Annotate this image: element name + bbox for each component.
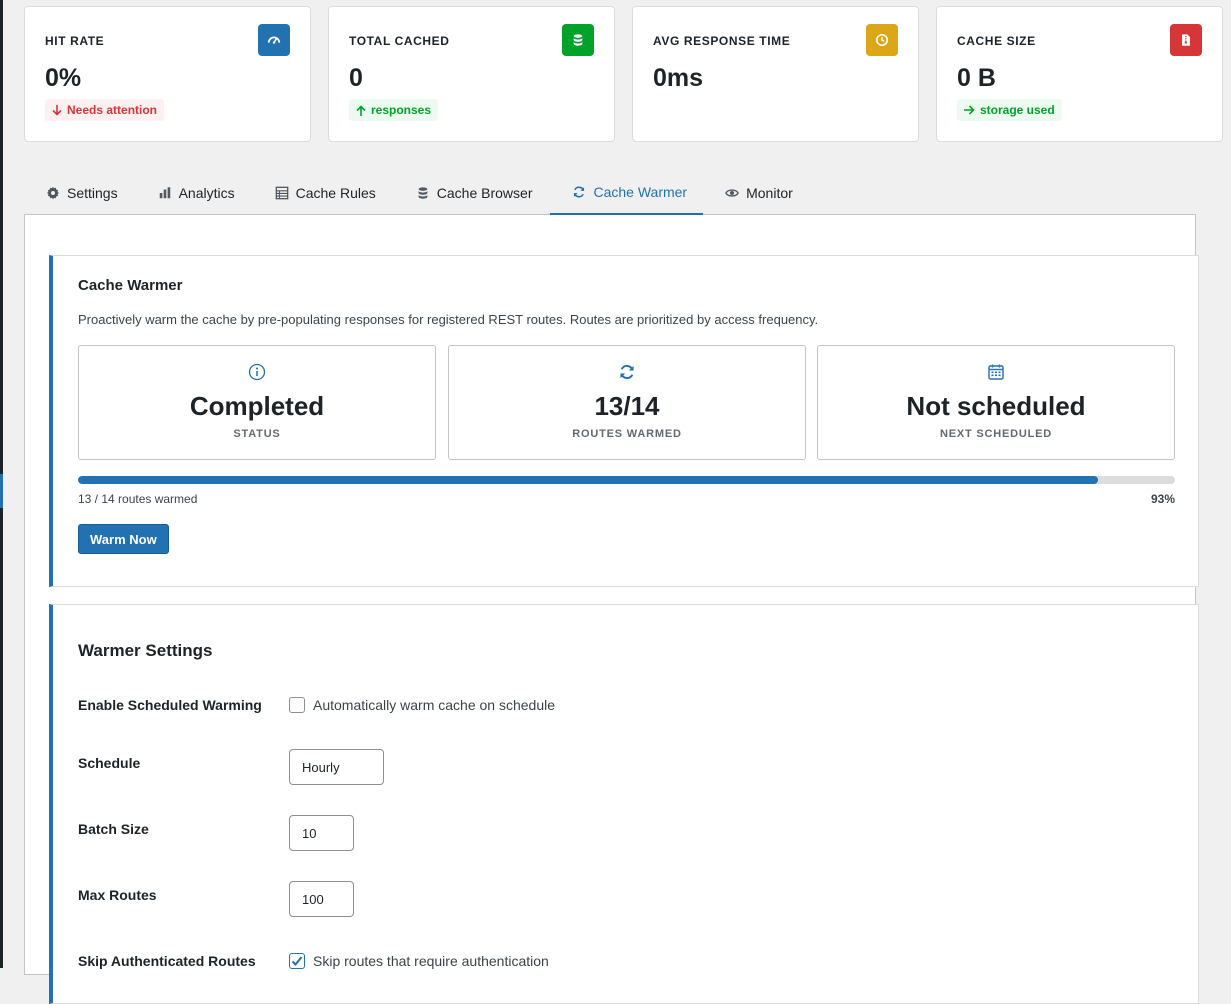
batch-size-label: Batch Size xyxy=(78,821,149,837)
eye-icon xyxy=(725,188,739,197)
status-badge: Needs attention xyxy=(45,99,165,121)
tab-cache-warmer[interactable]: Cache Warmer xyxy=(550,170,704,215)
list-icon xyxy=(275,186,288,199)
tab-settings[interactable]: Settings xyxy=(24,170,136,215)
tab-cache-rules[interactable]: Cache Rules xyxy=(253,170,394,215)
metric-next-scheduled: Not scheduled NEXT SCHEDULED xyxy=(817,345,1175,460)
arrow-right-icon xyxy=(964,105,975,115)
tab-cache-browser[interactable]: Cache Browser xyxy=(394,170,551,215)
calendar-icon xyxy=(818,363,1174,381)
stat-label: CACHE SIZE xyxy=(957,34,1036,48)
metric-status: Completed STATUS xyxy=(78,345,436,460)
status-badge: responses xyxy=(349,99,439,121)
schedule-control: Hourly xyxy=(289,749,384,785)
stat-card-hit-rate: HIT RATE 0% Needs attention xyxy=(24,6,311,142)
card-description: Proactively warm the cache by pre-popula… xyxy=(78,312,819,327)
metric-label: NEXT SCHEDULED xyxy=(939,428,1053,440)
badge-text: Needs attention xyxy=(67,103,158,117)
tab-bar: Settings Analytics Cache Rules Cache Bro… xyxy=(24,170,1196,215)
checkbox-label: Skip routes that require authentication xyxy=(313,953,549,969)
batch-size-control: 10 xyxy=(289,815,354,851)
refresh-icon xyxy=(449,363,805,381)
metric-label: STATUS xyxy=(233,428,281,440)
skip-auth-checkbox[interactable] xyxy=(289,953,305,969)
progress-fill xyxy=(78,476,1099,484)
metric-routes-warmed: 13/14 ROUTES WARMED xyxy=(448,345,806,460)
database-icon xyxy=(562,24,594,56)
file-icon xyxy=(1170,24,1202,56)
cache-warmer-card: Cache Warmer Proactively warm the cache … xyxy=(49,255,1199,587)
badge-text: storage used xyxy=(980,103,1055,117)
stat-card-cache-size: CACHE SIZE 0 B storage used xyxy=(936,6,1223,142)
tab-panel: Cache Warmer Proactively warm the cache … xyxy=(24,215,1199,1004)
enable-scheduled-control: Automatically warm cache on schedule xyxy=(289,697,555,713)
gear-icon xyxy=(46,186,60,199)
stat-value: 0 xyxy=(349,64,363,92)
progress-bar xyxy=(78,476,1175,484)
info-icon xyxy=(79,363,435,381)
enable-scheduled-label: Enable Scheduled Warming xyxy=(78,697,262,713)
skip-auth-control: Skip routes that require authentication xyxy=(289,953,549,969)
window-edge-marker xyxy=(0,474,3,508)
dashboard-icon xyxy=(258,24,290,56)
stat-card-total-cached: TOTAL CACHED 0 responses xyxy=(328,6,615,142)
batch-size-input[interactable]: 10 xyxy=(289,815,354,851)
tab-label: Cache Browser xyxy=(436,184,533,201)
tab-label: Cache Warmer xyxy=(593,183,688,200)
stat-label: AVG RESPONSE TIME xyxy=(653,34,791,48)
arrow-down-icon xyxy=(52,104,62,116)
card-title: Cache Warmer xyxy=(78,277,183,294)
checkbox-label: Automatically warm cache on schedule xyxy=(313,697,556,713)
tab-analytics[interactable]: Analytics xyxy=(136,170,253,215)
warmer-settings-card: Warmer Settings Enable Scheduled Warming… xyxy=(49,604,1199,1004)
tab-label: Settings xyxy=(67,184,118,201)
stat-value: 0 B xyxy=(957,64,996,92)
badge-text: responses xyxy=(371,103,432,117)
tab-label: Cache Rules xyxy=(295,184,376,201)
metric-value: Completed xyxy=(189,391,325,421)
max-routes-label: Max Routes xyxy=(78,887,157,903)
schedule-select[interactable]: Hourly xyxy=(289,749,384,785)
progress-text: 13 / 14 routes warmed xyxy=(78,492,198,506)
clock-icon xyxy=(866,24,898,56)
bar-chart-icon xyxy=(159,186,170,198)
max-routes-control: 100 xyxy=(289,881,354,917)
card-title: Warmer Settings xyxy=(78,641,213,660)
tab-label: Monitor xyxy=(746,184,793,201)
stat-card-avg-response: AVG RESPONSE TIME 0ms xyxy=(632,6,919,142)
arrow-up-icon xyxy=(356,104,366,116)
max-routes-input[interactable]: 100 xyxy=(289,881,354,917)
stat-value: 0% xyxy=(45,64,82,92)
tab-label: Analytics xyxy=(178,184,235,201)
warm-now-button[interactable]: Warm Now xyxy=(78,524,169,554)
progress-percent: 93% xyxy=(1150,492,1175,506)
stat-label: TOTAL CACHED xyxy=(349,34,450,48)
metric-value: 13/14 xyxy=(594,391,660,421)
schedule-label: Schedule xyxy=(78,755,141,771)
stats-row: HIT RATE 0% Needs attention TOTAL CACHED… xyxy=(24,6,1223,142)
metric-label: ROUTES WARMED xyxy=(572,428,682,440)
stat-value: 0ms xyxy=(653,64,704,92)
tab-monitor[interactable]: Monitor xyxy=(703,170,811,215)
database-icon xyxy=(418,186,428,199)
enable-scheduled-checkbox[interactable] xyxy=(289,697,305,713)
stat-label: HIT RATE xyxy=(45,34,105,48)
status-badge: storage used xyxy=(957,99,1062,121)
skip-auth-label: Skip Authenticated Routes xyxy=(78,953,256,969)
refresh-icon xyxy=(574,186,585,197)
checkmark-icon xyxy=(291,956,303,966)
metric-value: Not scheduled xyxy=(906,391,1086,421)
